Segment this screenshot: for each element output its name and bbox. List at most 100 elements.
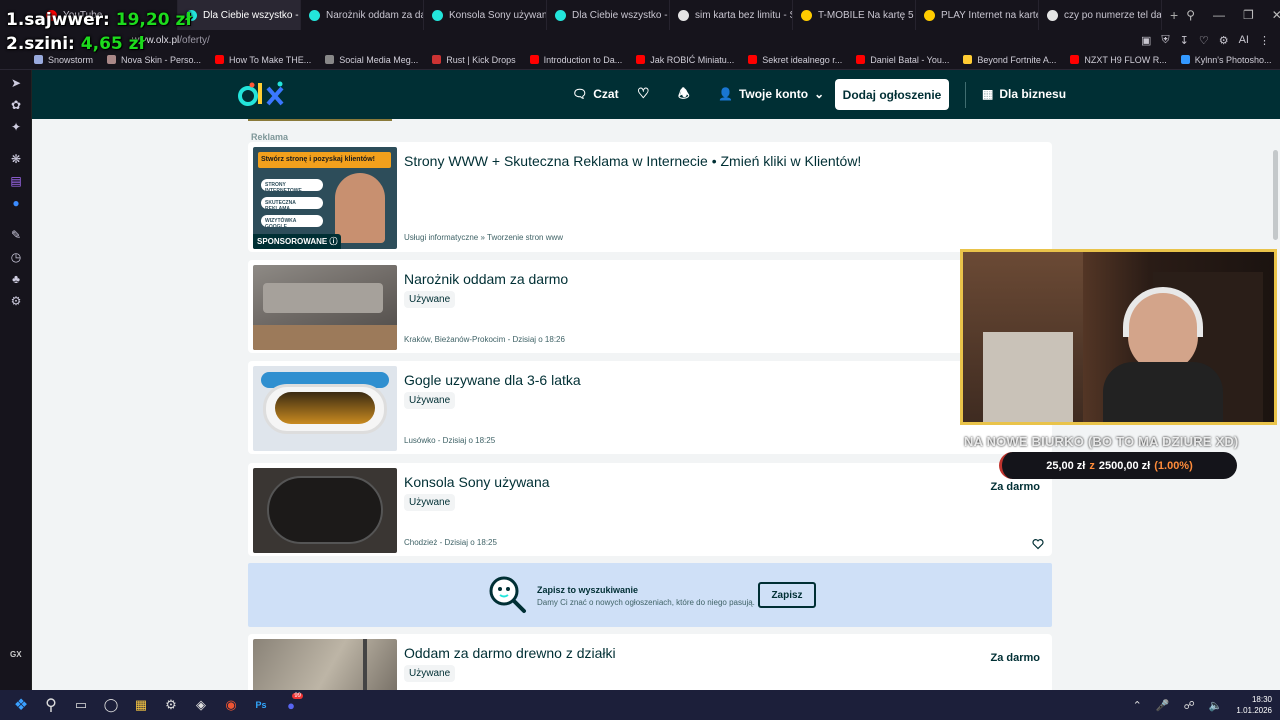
brush-icon[interactable]: ✎ [9,228,23,242]
browser-tab[interactable]: sim karta bez limitu - Szu [670,0,793,30]
volume-icon[interactable]: 🔈 [1209,699,1223,712]
bookmark-item[interactable]: Social Media Meg... [325,55,418,65]
settings-icon[interactable]: ⚙ [9,294,23,308]
listing-image[interactable] [253,366,397,451]
bookmark-item[interactable]: How To Make THE... [215,55,311,65]
obs-icon[interactable]: ◉ [216,690,246,720]
listing-title[interactable]: Konsola Sony używana [404,474,550,490]
minimize-button[interactable]: — [1213,8,1225,22]
account-menu[interactable]: 👤 Twoje konto ⌄ [718,87,824,101]
restore-button[interactable]: ❐ [1243,8,1254,22]
listing-image[interactable] [253,265,397,350]
download-icon[interactable]: ↧ [1180,34,1189,47]
listing-card[interactable]: Konsola Sony używana Używane Za darmo Ch… [248,463,1052,556]
listing-title[interactable]: Narożnik oddam za darmo [404,271,568,287]
davinci-icon[interactable]: ◈ [186,690,216,720]
notifications-bell-icon[interactable]: 🕭 [678,85,690,107]
bag-icon[interactable]: ♣ [9,272,23,286]
screenshot-icon[interactable]: ▣ [1141,34,1151,47]
browser-tab[interactable]: Dla Ciebie wszystko - sp [547,0,670,30]
tab-label: PLAY Internet na kartę 5 [941,9,1039,21]
chatgpt-icon[interactable]: ❋ [9,152,23,166]
bookmark-favicon-icon [34,55,43,64]
listing-image[interactable] [253,639,397,690]
scrollbar-thumb[interactable] [1273,150,1278,240]
save-search-title: Zapisz to wyszukiwanie [537,585,639,595]
bookmark-favicon-icon [636,55,646,64]
browser-tab[interactable]: PLAY Internet na kartę 5 [916,0,1039,30]
steam-icon[interactable]: ⚙ [156,690,186,720]
bookmark-item[interactable]: Rust | Kick Drops [432,55,516,65]
tab-label: Konsola Sony używana - [449,9,547,21]
donor-amount: 4,65 zł [80,34,145,54]
messenger-icon[interactable]: ● [9,196,23,210]
business-link[interactable]: ▦ Dla biznesu [982,87,1066,101]
tab-favicon-icon [678,9,689,21]
olx-logo[interactable]: olx [237,79,287,111]
tab-label: Dla Ciebie wszystko - sp [572,9,669,21]
microphone-icon[interactable]: 🎤 [1156,699,1170,712]
ad-banner-text: Stwórz stronę i pozyskaj klientów! [258,152,391,168]
bookmark-item[interactable]: Beyond Fortnite A... [963,55,1056,65]
goal-percent: (1.00%) [1154,459,1193,472]
search-icon[interactable]: ⚲ [36,690,66,720]
bookmark-item[interactable]: Sekret idealnego r... [748,55,842,65]
browser-tab[interactable]: T-MOBILE Na kartę 5 pln [793,0,916,30]
new-tab-button[interactable]: + [1162,7,1186,23]
listing-title[interactable]: Strony WWW + Skuteczna Reklama w Interne… [404,153,861,169]
star-icon[interactable]: ✦ [9,120,23,134]
add-listing-button[interactable]: Dodaj ogłoszenie [835,79,949,110]
extensions-icon[interactable]: ⚙ [1219,34,1229,47]
favorites-heart-icon[interactable]: ♡ [637,85,650,102]
history-icon[interactable]: ◷ [9,250,23,264]
bookmark-item[interactable]: Snowstorm [34,55,93,65]
bookmark-label: Daniel Batal - You... [870,54,950,65]
browser-tab[interactable]: Konsola Sony używana - [424,0,547,30]
sponsored-ad-image[interactable]: Stwórz stronę i pozyskaj klientów! STRON… [253,147,397,249]
bookmark-item[interactable]: Kylnn's Photosho... [1180,55,1272,65]
tray-chevron-icon[interactable]: ⌃ [1133,699,1142,712]
chat-link[interactable]: 🗨 Czat [572,87,619,101]
browser-tab[interactable]: czy po numerze tel da sie [1039,0,1162,30]
listing-card[interactable]: Oddam za darmo drewno z działki Używane … [248,634,1052,690]
browser-tab-bar: YouTubeDla Ciebie wszystko - spNarożnik … [0,0,1280,30]
bookmark-item[interactable]: Introduction to Da... [529,55,622,65]
goal-target: 2500,00 zł [1098,459,1151,472]
listing-card[interactable]: Narożnik oddam za darmo Używane Kraków, … [248,260,1052,353]
close-window-button[interactable]: ✕ [1272,8,1280,22]
system-clock[interactable]: 18:30 1.01.2026 [1236,694,1272,716]
task-view-icon[interactable]: ▭ [66,690,96,720]
listing-title[interactable]: Gogle uzywane dla 3-6 latka [404,372,581,388]
twitch-icon[interactable]: ▤ [9,174,23,188]
listing-title[interactable]: Oddam za darmo drewno z działki [404,645,616,661]
menu-icon[interactable]: ⋮ [1259,34,1270,47]
network-icon[interactable]: ☍ [1184,699,1195,712]
listing-card[interactable]: Gogle uzywane dla 3-6 latka Używane Lusó… [248,361,1052,454]
navigation-icon[interactable]: ➤ [9,76,23,90]
photoshop-icon[interactable]: Ps [246,690,276,720]
search-tabs-icon[interactable]: ⚲ [1186,8,1195,22]
windows-start-icon[interactable]: ❖ [6,690,36,720]
ai-button[interactable]: AI [1239,34,1249,47]
discord-icon[interactable]: ● 99 [276,690,306,720]
favorite-heart-icon[interactable] [1032,538,1044,550]
browser-tab[interactable]: Dla Ciebie wszystko - sp [178,0,301,30]
browser-tab[interactable]: Narożnik oddam za darmo [301,0,424,30]
goal-current: 25,00 zł [1046,459,1086,472]
tab-label: Narożnik oddam za darmo [326,9,423,21]
bookmark-item[interactable]: Jak ROBIĆ Miniatu... [636,55,734,65]
sponsored-listing-card[interactable]: Stwórz stronę i pozyskaj klientów! STRON… [248,142,1052,252]
file-explorer-icon[interactable]: ▦ [126,690,156,720]
heart-icon[interactable]: ♡ [1199,34,1209,47]
listing-image[interactable] [253,468,397,553]
save-search-button[interactable]: Zapisz [758,582,816,608]
bookmark-item[interactable]: NZXT H9 FLOW R... [1070,55,1167,65]
bookmark-item[interactable]: Nova Skin - Perso... [107,55,201,65]
listing-price: Za darmo [990,481,1040,493]
bookmark-item[interactable]: Daniel Batal - You... [856,55,949,65]
tab-favicon-icon [309,9,320,21]
flowers-icon[interactable]: ✿ [9,98,23,112]
opera-gx-icon[interactable]: ◯ [96,690,126,720]
clock-time: 18:30 [1251,695,1272,704]
shield-icon[interactable]: ⛨ [1161,34,1169,47]
